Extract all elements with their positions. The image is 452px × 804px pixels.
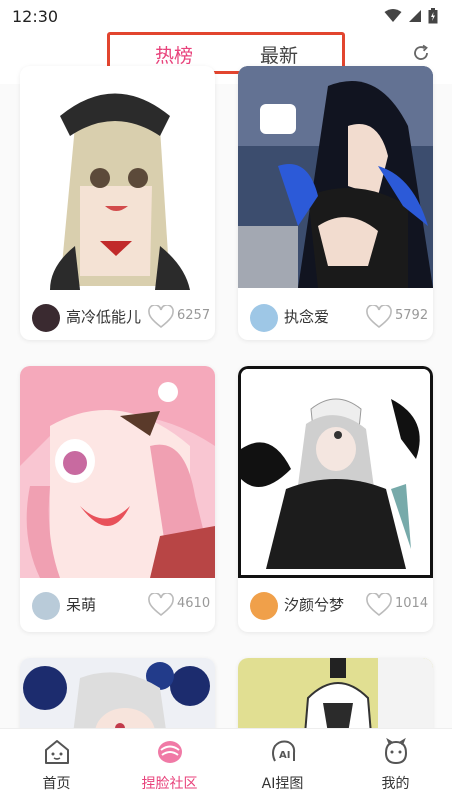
status-bar: 12:30: [0, 0, 452, 32]
nav-profile[interactable]: 我的: [339, 729, 452, 804]
post-artwork[interactable]: [20, 366, 215, 578]
avatar[interactable]: [32, 592, 60, 620]
like-count: 6257: [177, 308, 211, 323]
community-icon: [158, 741, 182, 763]
post-card[interactable]: 高冷低能儿 6257: [20, 66, 215, 340]
post-artwork[interactable]: [20, 66, 215, 290]
nav-label: AI捏图: [261, 776, 304, 792]
battery-icon: [428, 8, 438, 24]
nav-community[interactable]: 捏脸社区: [113, 729, 226, 804]
tab-latest[interactable]: 最新: [260, 41, 298, 68]
signal-icon: [409, 10, 421, 22]
refresh-icon[interactable]: [410, 42, 432, 64]
svg-text:AI: AI: [279, 750, 290, 761]
heart-icon[interactable]: [366, 593, 392, 617]
status-time: 12:30: [12, 6, 59, 26]
avatar[interactable]: [250, 592, 278, 620]
tab-hot[interactable]: 热榜: [155, 41, 193, 68]
heart-icon[interactable]: [366, 305, 392, 329]
nav-ai[interactable]: AI AI捏图: [226, 729, 339, 804]
home-icon: [45, 740, 69, 764]
profile-icon: [384, 737, 408, 765]
username[interactable]: 汐颜兮梦: [284, 594, 344, 615]
post-footer: 执念爱 5792: [238, 296, 433, 340]
bottom-nav: 首页 捏脸社区 AI AI捏图 我的: [0, 728, 452, 804]
avatar[interactable]: [32, 304, 60, 332]
nav-home[interactable]: 首页: [0, 729, 113, 804]
username[interactable]: 呆萌: [66, 594, 96, 615]
post-card[interactable]: 汐颜兮梦 1014: [238, 366, 433, 632]
post-footer: 汐颜兮梦 1014: [238, 584, 433, 628]
post-artwork[interactable]: [238, 66, 433, 288]
like-count: 1014: [395, 596, 429, 611]
heart-icon[interactable]: [148, 305, 174, 329]
nav-label: 捏脸社区: [141, 776, 198, 792]
status-icons: [384, 8, 438, 24]
avatar[interactable]: [250, 304, 278, 332]
username[interactable]: 执念爱: [284, 306, 329, 327]
post-card[interactable]: 执念爱 5792: [238, 66, 433, 340]
post-artwork[interactable]: [238, 366, 433, 578]
post-card[interactable]: 呆萌 4610: [20, 366, 215, 632]
post-footer: 高冷低能儿 6257: [20, 296, 215, 340]
username[interactable]: 高冷低能儿: [66, 306, 141, 327]
like-count: 4610: [177, 596, 211, 611]
nav-label: 我的: [381, 776, 410, 792]
heart-icon[interactable]: [148, 593, 174, 617]
like-count: 5792: [395, 308, 429, 323]
nav-label: 首页: [42, 776, 71, 792]
wifi-icon: [384, 9, 402, 22]
post-footer: 呆萌 4610: [20, 584, 215, 628]
ai-icon: AI: [272, 740, 296, 762]
